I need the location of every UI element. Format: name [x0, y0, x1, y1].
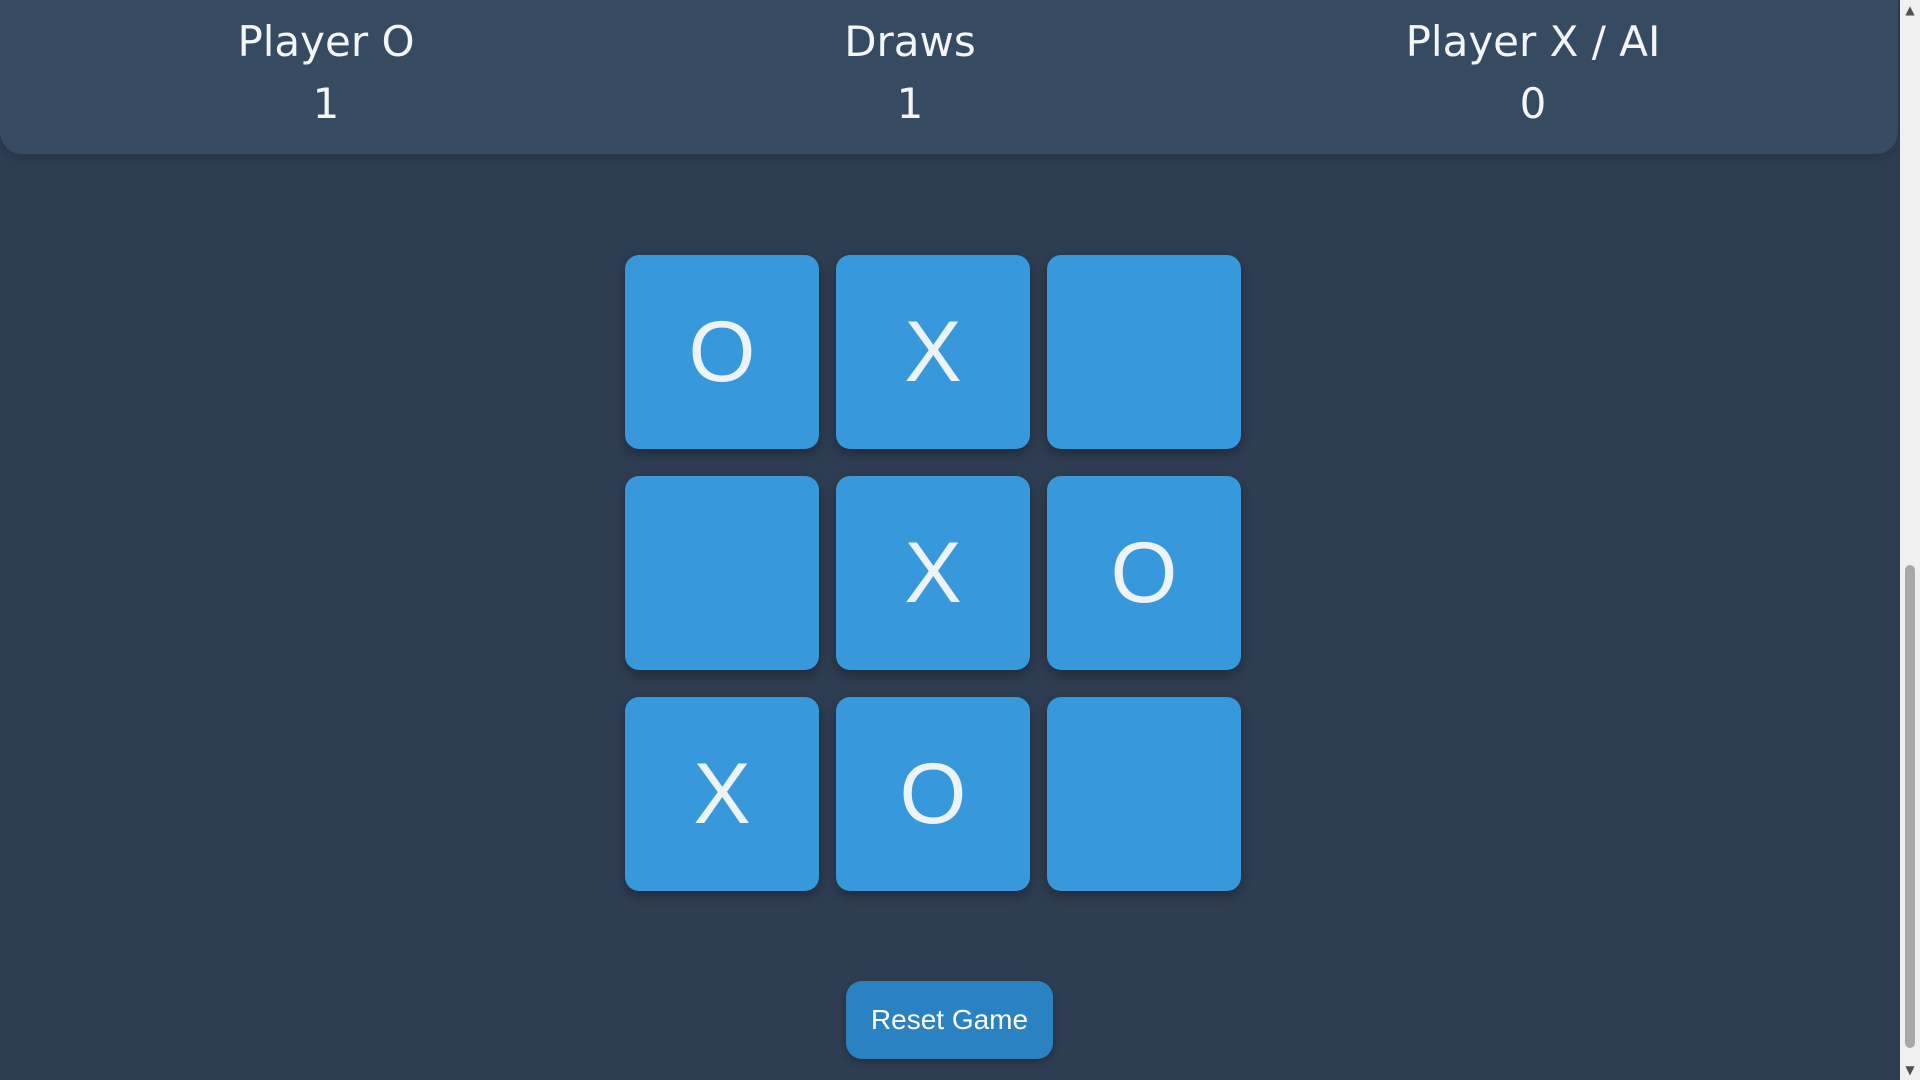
player-o-label: Player O — [237, 17, 415, 66]
vertical-scrollbar[interactable]: ▲ ▼ — [1900, 0, 1920, 1080]
player-o-value: 1 — [312, 79, 340, 128]
scroll-up-arrow-icon[interactable]: ▲ — [1900, 0, 1920, 20]
scroll-down-arrow-icon[interactable]: ▼ — [1900, 1060, 1920, 1080]
draws-value: 1 — [896, 79, 924, 128]
draws-score: Draws 1 — [660, 10, 1160, 134]
player-x-label: Player X / AI — [1405, 17, 1661, 66]
game-board: O X X O X O — [625, 255, 1241, 891]
board-cell-7[interactable]: X — [625, 697, 819, 891]
board-cell-1[interactable]: O — [625, 255, 819, 449]
player-o-score: Player O 1 — [76, 10, 576, 134]
board-cell-5[interactable]: X — [836, 476, 1030, 670]
board-cell-2[interactable]: X — [836, 255, 1030, 449]
board-cell-6[interactable]: O — [1047, 476, 1241, 670]
player-x-value: 0 — [1519, 79, 1547, 128]
tic-tac-toe-page: Player O 1 Draws 1 Player X / AI 0 O X X… — [0, 0, 1920, 1080]
scrollbar-thumb[interactable] — [1905, 565, 1915, 1048]
board-cell-4[interactable] — [625, 476, 819, 670]
board-cell-8[interactable]: O — [836, 697, 1030, 891]
reset-game-button[interactable]: Reset Game — [846, 981, 1053, 1059]
player-x-score: Player X / AI 0 — [1283, 10, 1783, 134]
board-cell-3[interactable] — [1047, 255, 1241, 449]
draws-label: Draws — [844, 17, 976, 66]
scoreboard: Player O 1 Draws 1 Player X / AI 0 — [0, 0, 1898, 154]
board-cell-9[interactable] — [1047, 697, 1241, 891]
